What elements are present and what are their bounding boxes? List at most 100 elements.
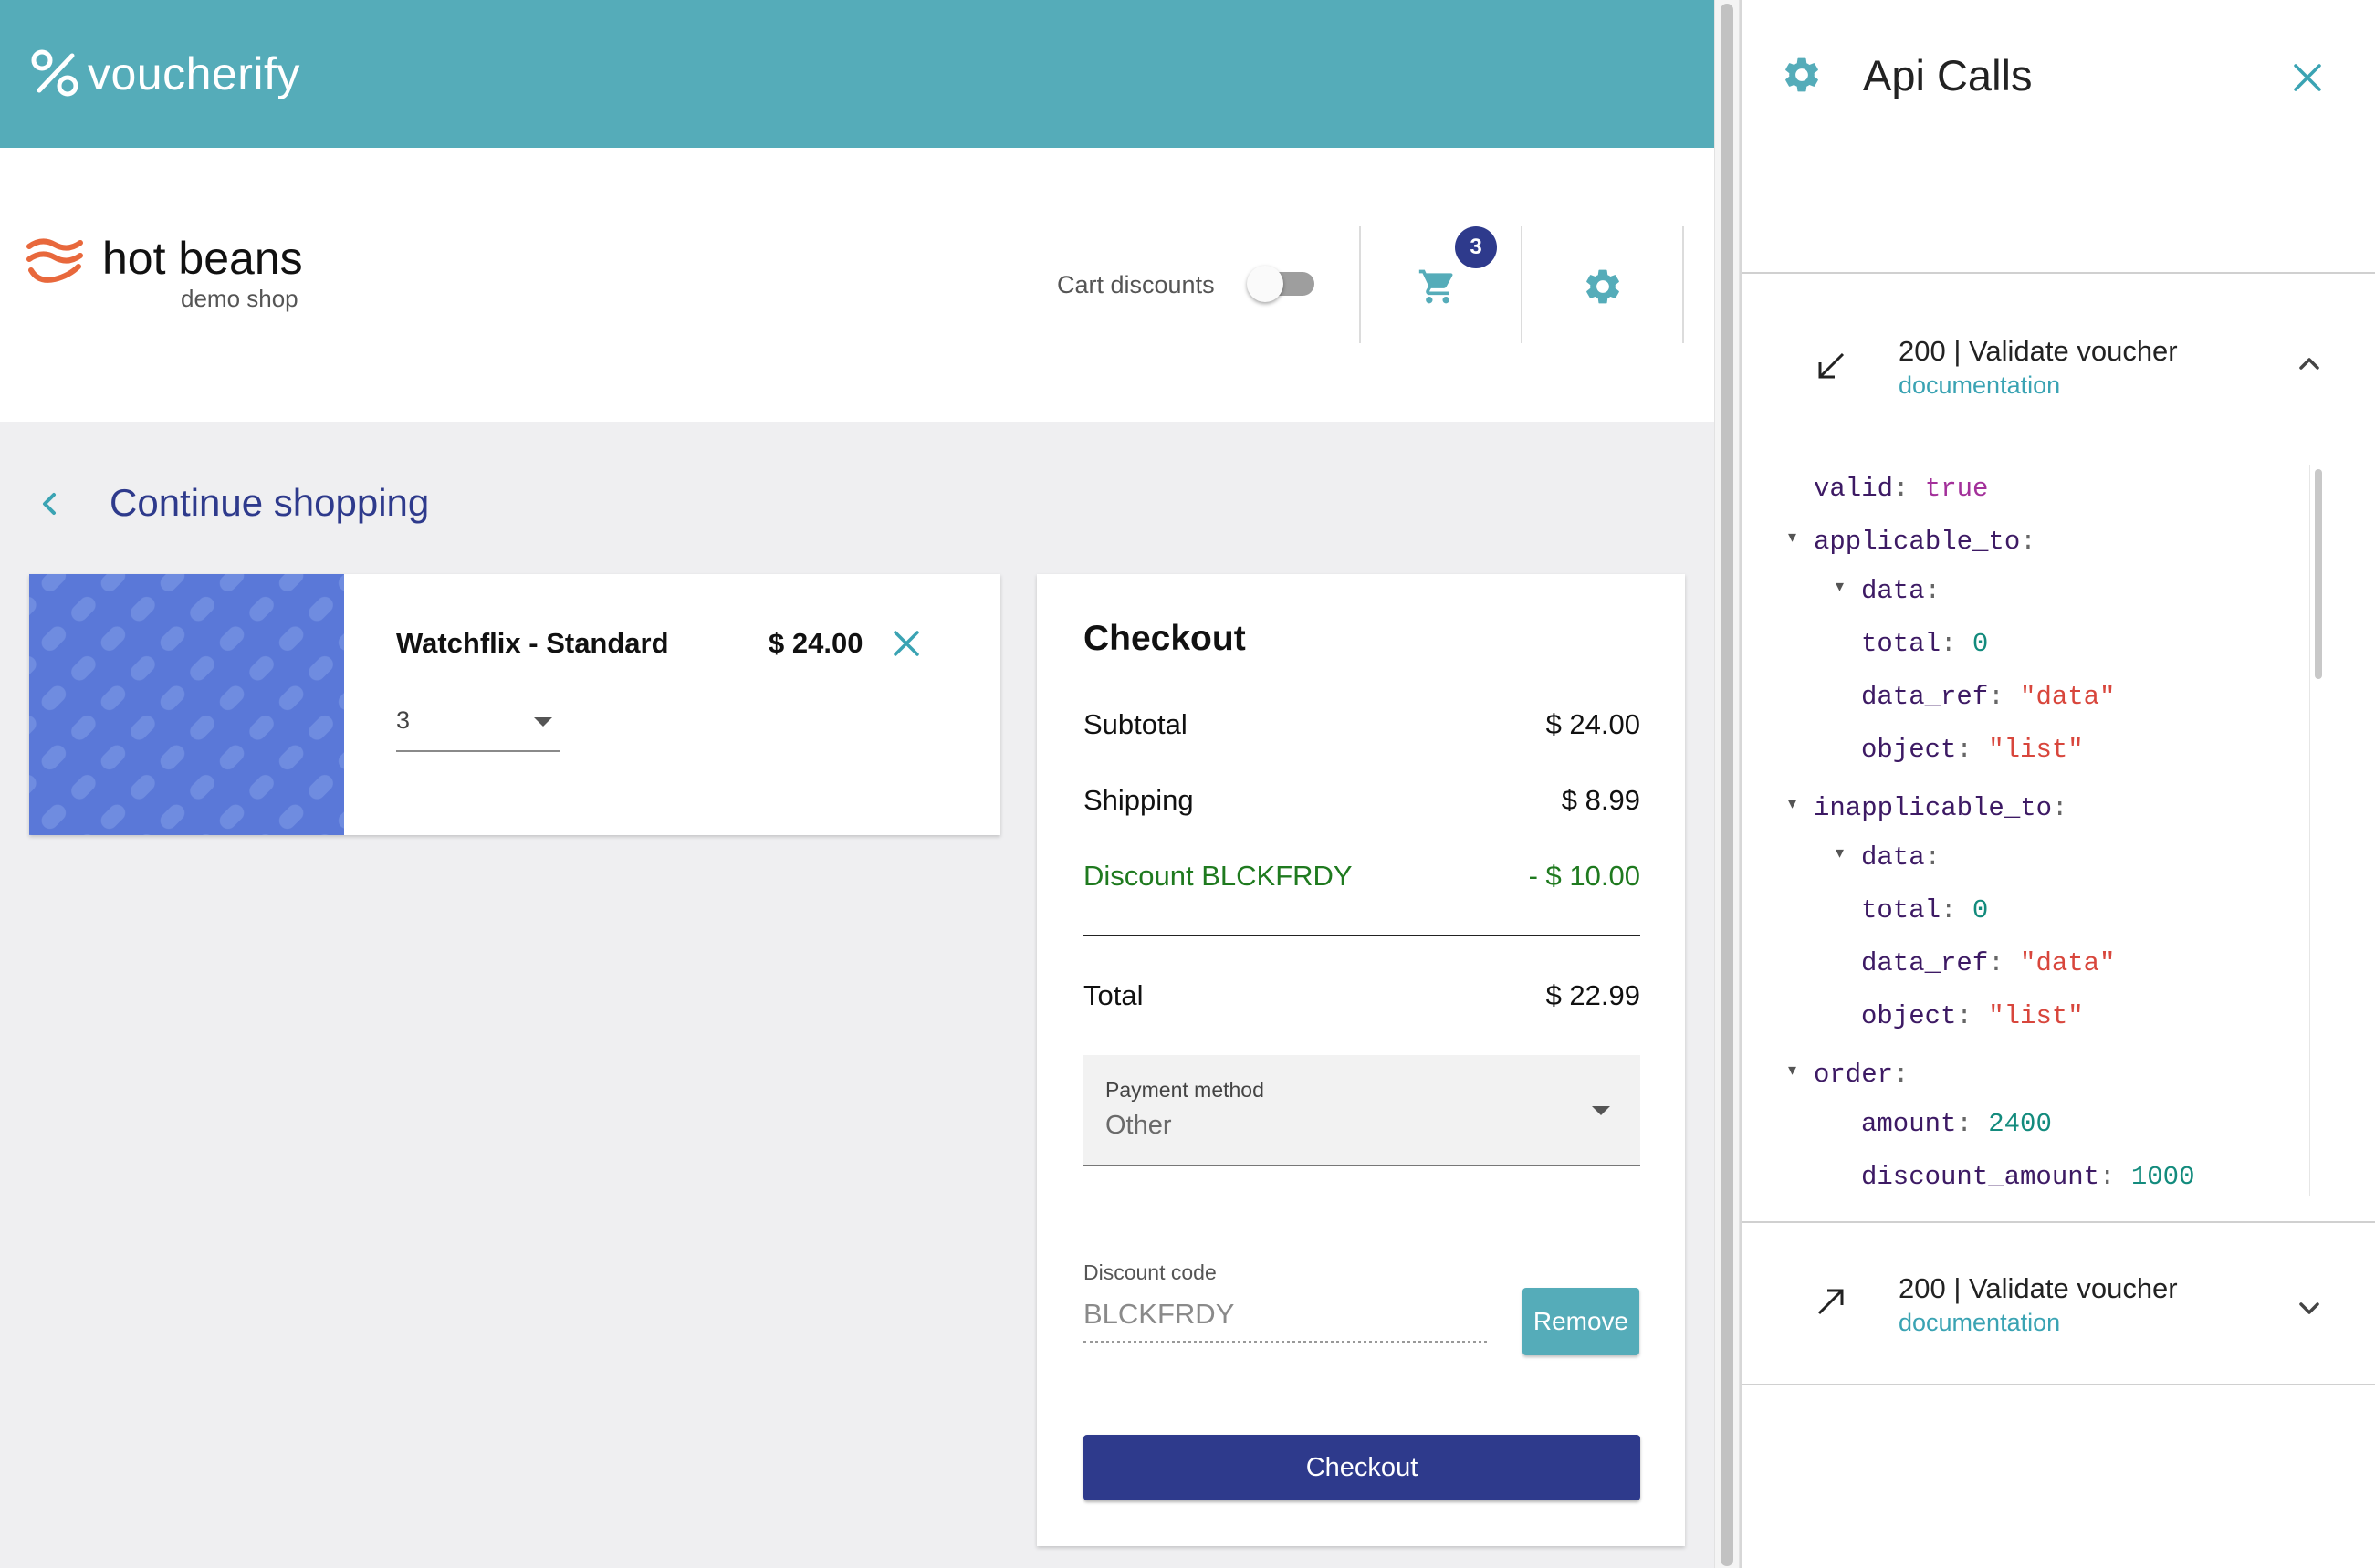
panel-divider [1742,1384,2375,1385]
json-key: object [1861,1001,1957,1031]
payment-method-value[interactable]: Other [1105,1109,1172,1142]
json-key: inapplicable_to [1814,793,2053,823]
subtotal-value: $ 24.00 [1545,708,1640,740]
json-response-viewer[interactable]: valid: true ▾ applicable_to: ▾ data: total:… [1742,461,2326,1196]
continue-shopping-link[interactable]: Continue shopping [110,479,429,527]
discount-value: - $ 10.00 [1528,860,1640,892]
close-icon[interactable] [2292,62,2323,93]
arrow-down-left-icon [1818,352,1845,379]
shop-name[interactable]: hot beans [102,233,303,284]
expand-triangle-icon[interactable]: ▾ [1836,577,1844,595]
cart-count-badge[interactable]: 3 [1455,226,1497,268]
panel-title: Api Calls [1863,51,2033,99]
percent-logo-icon [31,49,78,97]
json-key: data_ref [1861,682,1989,712]
json-colon: : [2020,527,2053,557]
panel-divider [1742,272,2375,274]
call-title[interactable]: 200 | Validate voucher [1899,1271,2178,1306]
json-key: discount_amount [1861,1162,2100,1192]
quantity-value[interactable]: 3 [396,705,410,736]
json-scrollbar-thumb[interactable] [2315,469,2322,679]
documentation-link[interactable]: documentation [1899,371,2060,400]
quantity-select[interactable] [396,703,560,752]
checkout-button[interactable]: Checkout [1083,1435,1640,1500]
total-divider [1083,935,1640,936]
json-line: applicable_to: [1814,526,2052,559]
header-divider [1682,226,1684,343]
json-key: data_ref [1861,948,1989,978]
json-colon: : [1893,474,1925,504]
expand-triangle-icon[interactable]: ▾ [1836,843,1844,862]
json-value: 0 [1972,895,1989,925]
json-value: "data" [2020,682,2116,712]
shop-app: voucherify hot beans demo shop Cart disc… [0,0,1714,1568]
json-line: order: [1814,1059,1925,1092]
json-colon: : [1956,1109,1989,1139]
chevron-up-icon[interactable] [2297,354,2322,372]
dropdown-arrow-icon[interactable] [1592,1106,1610,1115]
json-colon: : [2052,793,2084,823]
header-divider [1521,226,1522,343]
call-title[interactable]: 200 | Validate voucher [1899,334,2178,369]
expand-triangle-icon[interactable]: ▾ [1788,794,1796,812]
json-colon: : [1956,735,1989,765]
json-key: object [1861,735,1957,765]
voucherify-wordmark[interactable]: voucherify [88,47,300,100]
json-key: valid [1814,474,1894,504]
documentation-link[interactable]: documentation [1899,1308,2060,1337]
json-colon: : [2099,1162,2131,1192]
shopping-cart-icon[interactable] [1417,267,1459,307]
chevron-left-icon[interactable] [37,487,62,520]
product-name: Watchflix - Standard [396,627,669,659]
json-colon: : [1988,948,2021,978]
json-colon: : [1956,1001,1989,1031]
discount-code-field[interactable]: BLCKFRDY [1083,1296,1487,1343]
expand-triangle-icon[interactable]: ▾ [1788,528,1796,546]
json-colon: : [1941,895,1972,925]
json-colon: : [1924,576,1957,606]
json-value: "list" [1988,1001,2084,1031]
payment-method-label: Payment method [1105,1078,1264,1102]
json-line: object: "list" [1861,1000,2084,1033]
chevron-down-icon[interactable] [2297,1300,2322,1318]
remove-discount-button[interactable]: Remove [1522,1288,1639,1355]
gear-icon[interactable] [1582,266,1624,308]
expand-triangle-icon[interactable]: ▾ [1788,1061,1796,1079]
json-key: data [1861,842,1925,873]
json-value: 2400 [1988,1109,2052,1139]
dropdown-arrow-icon[interactable] [534,717,552,727]
json-line: data: [1861,841,1956,874]
toggle-knob[interactable] [1247,266,1283,302]
header-divider [1359,226,1361,343]
arrow-up-right-icon [1817,1289,1844,1315]
product-price: $ 24.00 [769,627,863,659]
gear-icon [1785,57,1818,92]
json-value: "data" [2020,948,2116,978]
json-key: data [1861,576,1925,606]
json-line: inapplicable_to: [1814,792,2084,825]
json-line: object: "list" [1861,734,2084,767]
remove-item-icon[interactable] [891,628,922,659]
json-line: data: [1861,575,1956,608]
json-line: total: 0 [1861,628,1988,661]
json-line: data_ref: "data" [1861,947,2115,980]
json-line: total: 0 [1861,894,1988,927]
shipping-value: $ 8.99 [1561,784,1640,816]
total-label: Total [1083,979,1144,1011]
product-image [29,574,344,835]
json-value: 0 [1972,629,1989,659]
page-scrollbar-thumb[interactable] [1721,4,1733,1566]
shop-subtitle: demo shop [181,285,298,312]
json-colon: : [1924,842,1957,873]
json-value: 1000 [2130,1162,2195,1192]
json-key: amount [1861,1109,1957,1139]
json-colon: : [1941,629,1972,659]
json-colon: : [1893,1060,1925,1090]
total-value: $ 22.99 [1545,979,1640,1011]
json-value: "list" [1988,735,2084,765]
json-line: valid: true [1814,473,1988,506]
subtotal-label: Subtotal [1083,708,1188,740]
cart-discounts-label: Cart discounts [1057,271,1215,298]
json-value: true [1924,474,1989,504]
json-colon: : [1988,682,2021,712]
